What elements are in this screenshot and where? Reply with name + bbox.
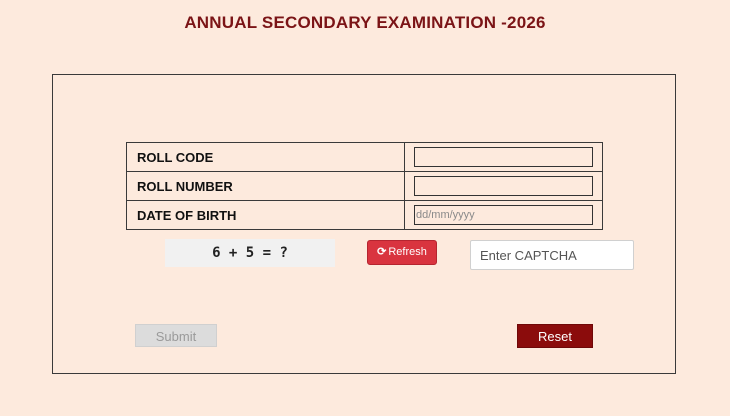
roll-code-row: ROLL CODE bbox=[126, 142, 603, 172]
refresh-icon: ⟳ bbox=[377, 246, 387, 258]
roll-number-label: ROLL NUMBER bbox=[126, 171, 405, 201]
reset-button[interactable]: Reset bbox=[517, 324, 593, 348]
refresh-captcha-button[interactable]: ⟳ Refresh bbox=[367, 240, 437, 265]
login-fields-table: ROLL CODE ROLL NUMBER DATE OF BIRTH bbox=[126, 142, 603, 230]
captcha-input[interactable] bbox=[470, 240, 634, 270]
refresh-label: Refresh bbox=[388, 246, 427, 258]
roll-number-row: ROLL NUMBER bbox=[126, 171, 603, 201]
date-of-birth-row: DATE OF BIRTH bbox=[126, 200, 603, 230]
roll-number-cell bbox=[404, 171, 603, 201]
page-title: ANNUAL SECONDARY EXAMINATION -2026 bbox=[184, 13, 546, 32]
roll-code-label: ROLL CODE bbox=[126, 142, 405, 172]
captcha-question: 6 + 5 = ? bbox=[165, 239, 335, 267]
roll-code-cell bbox=[404, 142, 603, 172]
submit-button[interactable]: Submit bbox=[135, 324, 217, 347]
roll-code-input[interactable] bbox=[414, 147, 593, 167]
roll-number-input[interactable] bbox=[414, 176, 593, 196]
date-of-birth-input[interactable] bbox=[414, 205, 593, 225]
result-form-panel: ROLL CODE ROLL NUMBER DATE OF BIRTH 6 + … bbox=[52, 74, 676, 374]
date-of-birth-cell bbox=[404, 200, 603, 230]
date-of-birth-label: DATE OF BIRTH bbox=[126, 200, 405, 230]
